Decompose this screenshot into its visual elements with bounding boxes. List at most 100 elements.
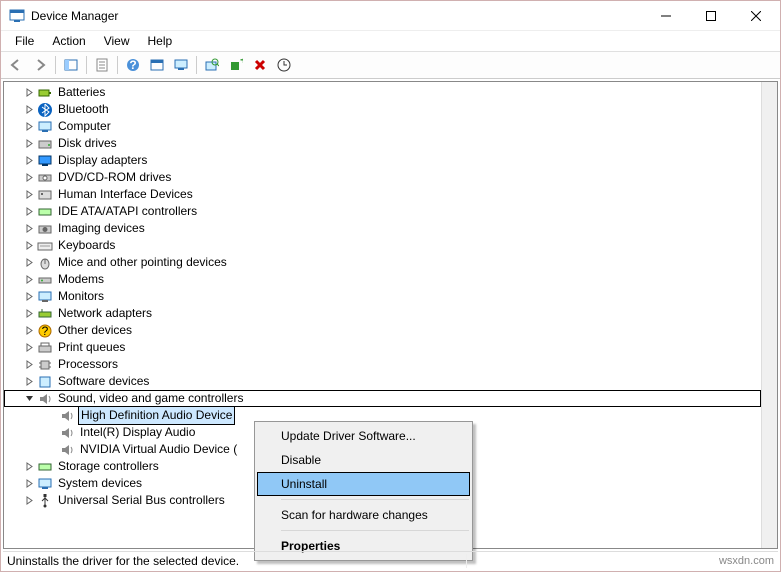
expand-icon[interactable] bbox=[22, 137, 36, 151]
tree-item-hid[interactable]: Human Interface Devices bbox=[4, 186, 761, 203]
menu-action[interactable]: Action bbox=[44, 32, 93, 50]
tree-item-computer[interactable]: Computer bbox=[4, 118, 761, 135]
computer-icon bbox=[37, 119, 53, 135]
expand-icon[interactable] bbox=[22, 358, 36, 372]
cpu-icon bbox=[37, 357, 53, 373]
uninstall-button[interactable] bbox=[249, 54, 271, 76]
storage-icon bbox=[37, 459, 53, 475]
svg-text:+: + bbox=[240, 58, 243, 67]
network-icon bbox=[37, 306, 53, 322]
software-icon bbox=[37, 374, 53, 390]
expand-icon[interactable] bbox=[22, 494, 36, 508]
other-icon: ? bbox=[37, 323, 53, 339]
console-tree-button[interactable] bbox=[60, 54, 82, 76]
speaker-icon bbox=[37, 391, 53, 407]
tree-item-batteries[interactable]: Batteries bbox=[4, 84, 761, 101]
speaker-icon bbox=[59, 425, 75, 441]
expand-icon[interactable] bbox=[22, 273, 36, 287]
expand-icon[interactable] bbox=[22, 477, 36, 491]
expand-icon[interactable] bbox=[22, 290, 36, 304]
remote-computer-button[interactable] bbox=[170, 54, 192, 76]
toolbar-separator bbox=[196, 56, 197, 74]
expand-icon[interactable] bbox=[22, 256, 36, 270]
tree-item-print-queues[interactable]: Print queues bbox=[4, 339, 761, 356]
minimize-button[interactable] bbox=[643, 1, 688, 30]
tree-item-dvd[interactable]: DVD/CD-ROM drives bbox=[4, 169, 761, 186]
speaker-icon bbox=[59, 442, 75, 458]
help-button[interactable]: ? bbox=[122, 54, 144, 76]
tree-item-keyboards[interactable]: Keyboards bbox=[4, 237, 761, 254]
tree-item-imaging[interactable]: Imaging devices bbox=[4, 220, 761, 237]
menu-view[interactable]: View bbox=[96, 32, 138, 50]
ctx-uninstall[interactable]: Uninstall bbox=[257, 472, 470, 496]
ctx-separator bbox=[281, 499, 469, 500]
toolbar: ? + bbox=[1, 51, 780, 79]
context-menu: Update Driver Software... Disable Uninst… bbox=[254, 421, 473, 561]
scan-hardware-button[interactable] bbox=[201, 54, 223, 76]
properties-button[interactable] bbox=[91, 54, 113, 76]
ctx-disable[interactable]: Disable bbox=[257, 448, 470, 472]
expand-icon[interactable] bbox=[22, 205, 36, 219]
menu-help[interactable]: Help bbox=[140, 32, 181, 50]
disk-icon bbox=[37, 136, 53, 152]
menubar: File Action View Help bbox=[1, 31, 780, 51]
expand-icon[interactable] bbox=[22, 86, 36, 100]
speaker-icon bbox=[59, 408, 75, 424]
expand-icon[interactable] bbox=[22, 188, 36, 202]
collapse-icon[interactable] bbox=[22, 392, 36, 406]
hid-icon bbox=[37, 187, 53, 203]
forward-button[interactable] bbox=[29, 54, 51, 76]
svg-text:?: ? bbox=[42, 324, 49, 338]
tree-item-ide[interactable]: IDE ATA/ATAPI controllers bbox=[4, 203, 761, 220]
watermark: wsxdn.com bbox=[719, 555, 774, 567]
tree-item-monitors[interactable]: Monitors bbox=[4, 288, 761, 305]
add-legacy-button[interactable]: + bbox=[225, 54, 247, 76]
ide-icon bbox=[37, 204, 53, 220]
tree-item-display-adapters[interactable]: Display adapters bbox=[4, 152, 761, 169]
ctx-scan-hardware[interactable]: Scan for hardware changes bbox=[257, 503, 470, 527]
status-text: Uninstalls the driver for the selected d… bbox=[7, 554, 467, 568]
expand-icon[interactable] bbox=[22, 171, 36, 185]
expand-icon[interactable] bbox=[22, 460, 36, 474]
titlebar: Device Manager bbox=[1, 1, 780, 31]
expand-icon[interactable] bbox=[22, 222, 36, 236]
status-bar: Uninstalls the driver for the selected d… bbox=[3, 551, 778, 569]
menu-file[interactable]: File bbox=[7, 32, 42, 50]
close-button[interactable] bbox=[733, 1, 778, 30]
no-expand bbox=[44, 409, 58, 423]
tree-item-other[interactable]: ?Other devices bbox=[4, 322, 761, 339]
no-expand bbox=[44, 426, 58, 440]
maximize-button[interactable] bbox=[688, 1, 733, 30]
expand-icon[interactable] bbox=[22, 239, 36, 253]
display-icon bbox=[37, 153, 53, 169]
back-button[interactable] bbox=[5, 54, 27, 76]
camera-icon bbox=[37, 221, 53, 237]
system-icon bbox=[37, 476, 53, 492]
update-driver-button[interactable] bbox=[273, 54, 295, 76]
ctx-update-driver[interactable]: Update Driver Software... bbox=[257, 424, 470, 448]
expand-icon[interactable] bbox=[22, 324, 36, 338]
tree-item-modems[interactable]: Modems bbox=[4, 271, 761, 288]
tree-item-sound[interactable]: Sound, video and game controllers bbox=[4, 390, 761, 407]
svg-text:?: ? bbox=[129, 58, 136, 72]
vertical-scrollbar[interactable] bbox=[761, 82, 777, 548]
expand-icon[interactable] bbox=[22, 120, 36, 134]
tree-item-software[interactable]: Software devices bbox=[4, 373, 761, 390]
tree-item-bluetooth[interactable]: Bluetooth bbox=[4, 101, 761, 118]
tree-item-network[interactable]: Network adapters bbox=[4, 305, 761, 322]
expand-icon[interactable] bbox=[22, 341, 36, 355]
tree-item-disk-drives[interactable]: Disk drives bbox=[4, 135, 761, 152]
tree-item-processors[interactable]: Processors bbox=[4, 356, 761, 373]
mouse-icon bbox=[37, 255, 53, 271]
expand-icon[interactable] bbox=[22, 154, 36, 168]
tree-item-mice[interactable]: Mice and other pointing devices bbox=[4, 254, 761, 271]
expand-icon[interactable] bbox=[22, 375, 36, 389]
battery-icon bbox=[37, 85, 53, 101]
modem-icon bbox=[37, 272, 53, 288]
refresh-button[interactable] bbox=[146, 54, 168, 76]
bluetooth-icon bbox=[37, 102, 53, 118]
expand-icon[interactable] bbox=[22, 307, 36, 321]
expand-icon[interactable] bbox=[22, 103, 36, 117]
printer-icon bbox=[37, 340, 53, 356]
no-expand bbox=[44, 443, 58, 457]
